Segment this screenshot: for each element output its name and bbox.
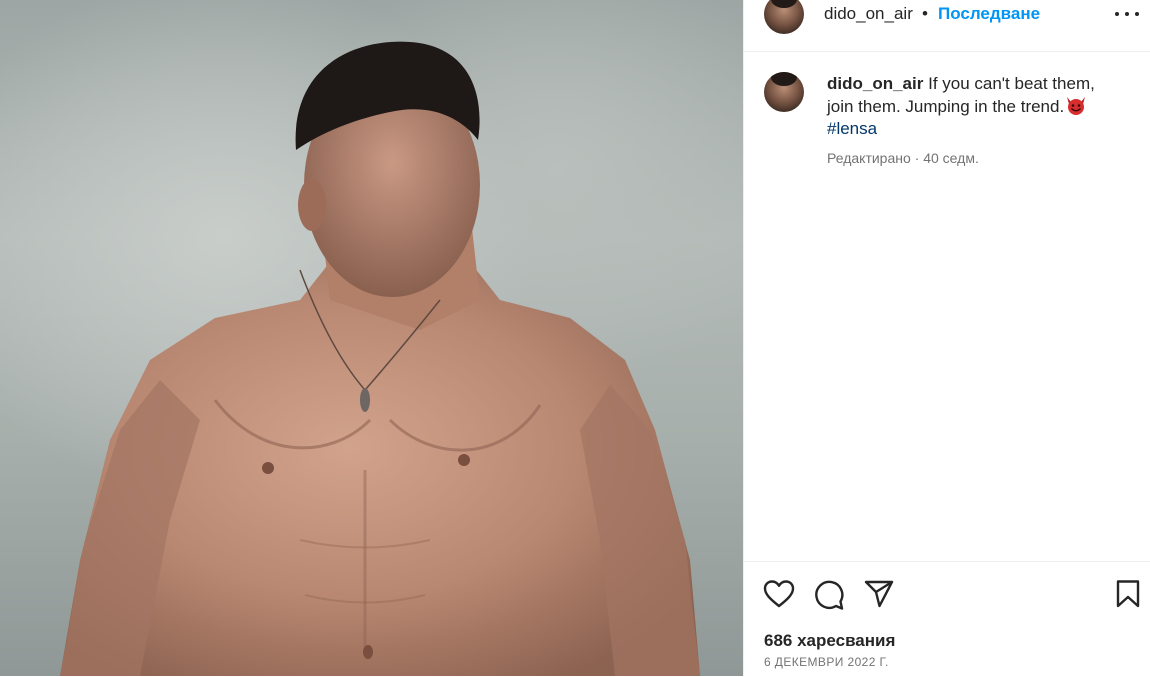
caption-author-avatar[interactable] — [764, 72, 804, 112]
post-photo — [60, 41, 700, 676]
follow-button[interactable]: Последване — [938, 4, 1040, 24]
caption-meta: Редактирано · 40 седм. — [827, 150, 979, 166]
post-image[interactable] — [0, 0, 743, 676]
post-caption: dido_on_air If you can't beat them, join… — [827, 73, 1117, 141]
meta-separator: · — [910, 150, 924, 166]
send-icon[interactable] — [863, 579, 895, 609]
post-age[interactable]: 40 седм. — [923, 150, 979, 166]
author-username[interactable]: dido_on_air — [824, 4, 913, 24]
more-options-icon[interactable] — [1114, 3, 1140, 23]
caption-author-username[interactable]: dido_on_air — [827, 74, 923, 93]
post-details-panel: dido_on_air • Последване dido_on_air If … — [743, 0, 1150, 676]
bookmark-icon[interactable] — [1114, 579, 1142, 609]
heart-icon[interactable] — [763, 579, 795, 609]
action-bar: 686 харесвания 6 ДЕКЕМВРИ 2022 Г. — [744, 561, 1150, 677]
comment-icon[interactable] — [813, 579, 845, 611]
smiling-devil-emoji-icon — [1067, 96, 1086, 115]
header-separator: • — [922, 4, 928, 23]
edited-label: Редактирано — [827, 150, 911, 166]
hashtag-link[interactable]: #lensa — [827, 119, 877, 138]
post-date: 6 ДЕКЕМВРИ 2022 Г. — [764, 655, 889, 669]
likes-count[interactable]: 686 харесвания — [764, 631, 895, 651]
author-avatar[interactable] — [764, 0, 804, 34]
post-header: dido_on_air • Последване — [744, 0, 1150, 52]
